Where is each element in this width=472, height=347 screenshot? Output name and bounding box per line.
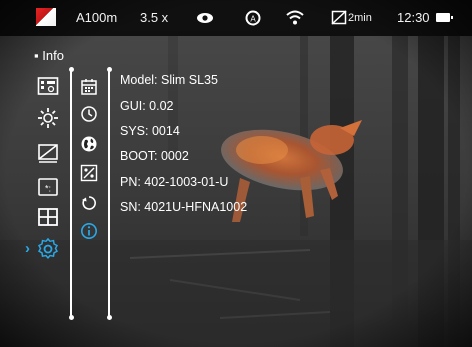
menu-title-text: Info [42, 48, 64, 63]
percent-icon[interactable] [80, 164, 98, 182]
eye-icon [196, 0, 214, 36]
image-settings-icon[interactable]: *: [37, 176, 59, 198]
grid-icon[interactable] [37, 206, 59, 228]
separator-top-dot [106, 67, 112, 72]
globe-icon[interactable] [80, 135, 98, 153]
separator-bottom-dot [68, 315, 74, 320]
boot-version-info: BOOT: 0002 [120, 149, 189, 163]
active-arrow-icon: › [25, 240, 30, 257]
wifi-icon [286, 0, 304, 36]
calendar-icon[interactable] [80, 78, 98, 96]
bullet-icon: ▪ [34, 48, 43, 63]
battery-icon [436, 13, 453, 22]
svg-text:A: A [250, 15, 256, 24]
gui-version-info: GUI: 0.02 [120, 99, 174, 113]
zoom-level-label: 3.5 x [140, 10, 169, 25]
display-off-icon[interactable] [37, 142, 59, 164]
info-icon[interactable] [80, 222, 98, 240]
settings-gear-icon[interactable] [37, 238, 59, 260]
film-settings-icon[interactable] [37, 75, 59, 97]
menu-separator-left [70, 70, 72, 318]
no-display-timer-icon [331, 0, 347, 36]
serial-number-info: SN: 4021U-HFNA1002 [120, 200, 248, 214]
clock-icon[interactable] [80, 105, 98, 123]
clock-label: 12:30 [397, 10, 430, 25]
menu-title: ▪ Info [34, 48, 64, 63]
status-bar: A100m 3.5 x A 2min 12:30 [0, 0, 472, 36]
sys-version-info: SYS: 0014 [120, 124, 180, 138]
timer-label: 2min [348, 12, 372, 24]
separator-top-dot [68, 67, 74, 72]
brightness-icon[interactable] [37, 107, 59, 129]
range-mode-label: A100m [76, 10, 118, 25]
model-info: Model: Slim SL35 [120, 73, 218, 87]
reset-icon[interactable] [80, 194, 98, 212]
svg-text:*:: *: [45, 184, 51, 194]
menu-separator-right [108, 70, 110, 318]
gear-autocal-icon: A [245, 0, 261, 36]
separator-bottom-dot [106, 315, 112, 320]
color-palette-icon[interactable] [36, 8, 56, 26]
part-number-info: PN: 402-1003-01-U [120, 175, 229, 189]
device-screen: A100m 3.5 x A 2min 12:30 ▪ Info *: › Mod… [0, 0, 472, 347]
